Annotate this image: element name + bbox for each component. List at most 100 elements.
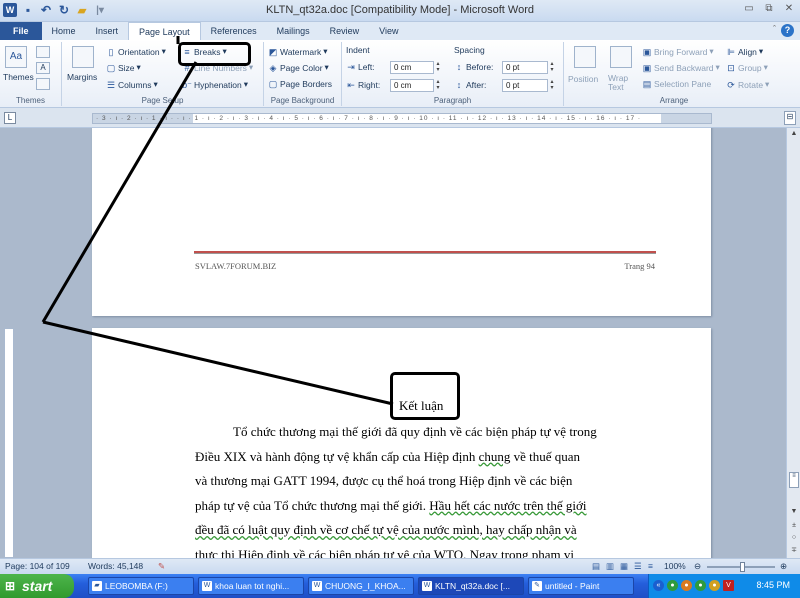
scroll-down-icon[interactable]: ▼	[787, 508, 800, 515]
spacing-before-field[interactable]: 0 pt	[502, 61, 548, 74]
watermark-button[interactable]: ◩ Watermark ▾	[268, 46, 328, 57]
tab-mailings[interactable]: Mailings	[267, 22, 320, 40]
tab-view[interactable]: View	[369, 22, 408, 40]
proofing-icon[interactable]: ✎	[158, 561, 165, 572]
themes-icon[interactable]: Aa	[5, 46, 27, 68]
position-icon[interactable]	[574, 46, 596, 68]
scroll-thumb[interactable]: ≡	[789, 472, 799, 488]
tray-update-icon[interactable]: ●	[709, 580, 720, 591]
columns-button[interactable]: ☰ Columns ▾	[106, 79, 158, 90]
tab-file[interactable]: File	[0, 22, 42, 40]
selection-pane-button[interactable]: ▤ Selection Pane	[642, 79, 711, 89]
tab-selector-icon[interactable]: L	[4, 112, 16, 124]
page-current[interactable]: Kết luận Tổ chức thương mại thế giới đã …	[92, 328, 711, 558]
paint-icon: ✎	[532, 581, 542, 591]
spacing-before-icon: ↕	[456, 62, 462, 72]
tab-home[interactable]: Home	[42, 22, 86, 40]
tab-insert[interactable]: Insert	[86, 22, 129, 40]
zoom-level[interactable]: 100%	[664, 561, 686, 571]
indent-right-field[interactable]: 0 cm	[390, 79, 434, 92]
word-doc-icon: W	[202, 581, 212, 591]
theme-effects-icon[interactable]	[36, 78, 50, 90]
browse-object-icon[interactable]: ○	[787, 534, 800, 541]
taskbar-item-paint[interactable]: ✎ untitled - Paint	[528, 577, 634, 595]
columns-icon: ☰	[106, 79, 116, 90]
send-backward-icon: ▣	[642, 62, 652, 73]
spacing-after-field[interactable]: 0 pt	[502, 79, 548, 92]
group-icon: ⊡	[727, 62, 735, 73]
theme-colors-icon[interactable]	[36, 46, 50, 58]
taskbar-item-chuong[interactable]: W CHUONG_I_KHOA...	[308, 577, 414, 595]
tray-antivirus-icon[interactable]: V	[723, 580, 734, 591]
body-paragraph[interactable]: Tổ chức thương mại thế giới đã quy định …	[195, 420, 657, 558]
indent-left-field[interactable]: 0 cm	[390, 61, 434, 74]
previous-page-icon[interactable]: ±	[787, 522, 800, 529]
rotate-button[interactable]: ⟳ Rotate ▾	[726, 79, 769, 90]
page-borders-button[interactable]: ▢ Page Borders	[268, 79, 332, 89]
taskbar-item-kltn[interactable]: W KLTN_qt32a.doc [...	[418, 577, 524, 595]
help-icon[interactable]: ?	[781, 24, 794, 37]
bring-forward-button[interactable]: ▣ Bring Forward ▾	[642, 46, 714, 57]
indent-left-icon: ⇥	[347, 62, 355, 72]
hyphenation-button[interactable]: b⁻ Hyphenation ▾	[182, 79, 248, 90]
web-layout-view-icon[interactable]: ▦	[620, 561, 628, 572]
zoom-out-icon[interactable]: ⊖	[694, 561, 701, 572]
page-background-group: ◩ Watermark ▾ ◈ Page Color ▾ ▢ Page Borders P…	[264, 42, 342, 106]
restore-icon[interactable]: ⧉	[762, 2, 776, 16]
tray-nav-icon[interactable]: «	[653, 580, 664, 591]
wrap-text-button[interactable]: Wrap Text	[608, 74, 636, 92]
align-button[interactable]: ⊫ Align ▾	[726, 46, 763, 57]
taskbar-item-leobomba[interactable]: ▰ LEOBOMBA (F:)	[88, 577, 194, 595]
group-button[interactable]: ⊡ Group ▾	[726, 62, 768, 73]
wrap-text-icon[interactable]	[610, 46, 632, 68]
spacing-before-label: ↕ Before:	[454, 62, 494, 72]
indent-right-icon: ⇤	[347, 80, 355, 90]
send-backward-button[interactable]: ▣ Send Backward ▾	[642, 62, 720, 73]
minimize-icon[interactable]: ▭	[742, 2, 756, 16]
para-line-1: Tổ chức thương mại thế giới đã quy định …	[233, 424, 597, 439]
themes-group: Aa Themes A Themes	[0, 42, 62, 106]
zoom-slider-knob[interactable]	[740, 562, 745, 572]
system-tray: « ● ● ● ● V 8:45 PM	[648, 574, 800, 598]
vertical-ruler[interactable]	[4, 328, 14, 558]
footer-site: SVLAW.7FORUM.BIZ	[195, 261, 277, 271]
print-layout-view-icon[interactable]: ▤	[592, 561, 600, 572]
tray-connection-icon[interactable]: ●	[695, 580, 706, 591]
position-button[interactable]: Position	[568, 74, 598, 84]
margins-icon[interactable]	[72, 46, 94, 68]
tray-network-icon[interactable]: ●	[667, 580, 678, 591]
tab-page-layout[interactable]: Page Layout	[128, 22, 201, 40]
scroll-up-icon[interactable]: ▲	[787, 130, 800, 137]
zoom-in-icon[interactable]: ⊕	[780, 561, 787, 572]
margins-button[interactable]: Margins	[67, 72, 97, 82]
taskbar-item-khoa-luan[interactable]: Wkhoa luan tot nghi...	[198, 577, 304, 595]
window-title: KLTN_qt32a.doc [Compatibility Mode] - Mi…	[266, 4, 534, 16]
start-button[interactable]: ⊞ start	[0, 574, 74, 598]
vertical-scrollbar[interactable]: ▲ ≡ ▼ ± ○ ∓	[786, 128, 800, 558]
spacing-before-spinner[interactable]: ▴ ▾	[548, 61, 556, 74]
indent-left-spinner[interactable]: ▴ ▾	[434, 61, 442, 74]
theme-fonts-icon[interactable]: A	[36, 62, 50, 74]
view-ruler-icon[interactable]: ⊟	[784, 111, 796, 125]
rotate-icon: ⟳	[727, 79, 735, 90]
draft-view-icon[interactable]: ≡	[648, 561, 653, 571]
outline-view-icon[interactable]: ☰	[634, 561, 642, 572]
spacing-after-spinner[interactable]: ▴ ▾	[548, 79, 556, 92]
themes-button[interactable]: Themes	[3, 72, 34, 82]
size-button[interactable]: ▢ Size ▾	[106, 62, 141, 73]
close-icon[interactable]: ✕	[782, 2, 796, 16]
horizontal-ruler[interactable]: · 3 · ı · 2 · ı · 1 · ı · · ı · 1 · ı · …	[92, 113, 712, 124]
page-count[interactable]: Page: 104 of 109	[5, 561, 70, 571]
next-page-icon[interactable]: ∓	[787, 546, 800, 554]
tab-references[interactable]: References	[201, 22, 267, 40]
word-doc-icon: W	[422, 581, 432, 591]
minimize-ribbon-icon[interactable]: ˆ	[773, 24, 776, 34]
word-count[interactable]: Words: 45,148	[88, 561, 143, 571]
tray-security-icon[interactable]: ●	[681, 580, 692, 591]
tab-review[interactable]: Review	[320, 22, 370, 40]
indent-right-label: ⇤ Right:	[347, 80, 381, 90]
full-screen-view-icon[interactable]: ▥	[606, 561, 614, 572]
page-color-button[interactable]: ◈ Page Color ▾	[268, 62, 329, 73]
indent-right-spinner[interactable]: ▴ ▾	[434, 79, 442, 92]
orientation-button[interactable]: ▯ Orientation ▾	[106, 46, 166, 57]
